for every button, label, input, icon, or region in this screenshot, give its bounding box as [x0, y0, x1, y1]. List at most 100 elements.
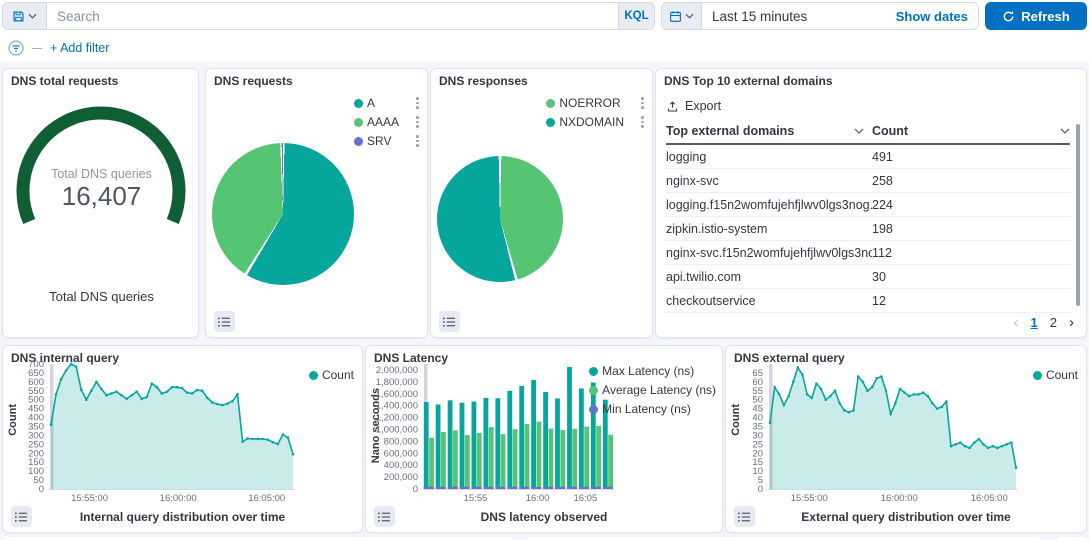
- legend-item-label[interactable]: A: [366, 96, 375, 110]
- area-fill: [51, 364, 293, 489]
- data-point: [277, 443, 280, 446]
- data-point: [917, 393, 920, 396]
- bar-max-latency[interactable]: [424, 402, 429, 489]
- bar-max-latency[interactable]: [531, 380, 536, 489]
- panel-title: DNS responses: [439, 74, 528, 88]
- bar-avg-latency[interactable]: [429, 438, 434, 489]
- bar-max-latency[interactable]: [567, 367, 572, 489]
- bar-min-latency[interactable]: [579, 487, 589, 489]
- legend-toggle-button[interactable]: [214, 311, 235, 332]
- refresh-icon: [1002, 10, 1015, 23]
- bar-avg-latency[interactable]: [465, 435, 470, 489]
- gauge-value: 16,407: [3, 181, 200, 212]
- count-cell: 12: [872, 294, 1070, 308]
- data-point: [866, 389, 869, 392]
- bar-min-latency[interactable]: [460, 487, 470, 489]
- legend-item-label[interactable]: SRV: [366, 134, 391, 148]
- legend-item-label[interactable]: Min Latency (ns): [601, 402, 691, 416]
- legend-item-label[interactable]: NOERROR: [558, 96, 620, 110]
- pie-chart-dns-requests[interactable]: [212, 143, 354, 285]
- legend-toggle-button[interactable]: [734, 506, 755, 527]
- legend-item-label[interactable]: Count: [1045, 368, 1078, 382]
- bar-min-latency[interactable]: [484, 487, 494, 489]
- bar-max-latency[interactable]: [472, 402, 477, 490]
- kql-language-button[interactable]: KQL: [618, 3, 654, 29]
- legend-menu-icon[interactable]: [416, 135, 419, 147]
- calendar-button[interactable]: [662, 3, 702, 29]
- legend-menu-icon[interactable]: [641, 97, 644, 109]
- bar-avg-latency[interactable]: [501, 434, 506, 489]
- pagination-next[interactable]: ›: [1069, 314, 1074, 331]
- bar-avg-latency[interactable]: [513, 429, 518, 489]
- pagination-page-2[interactable]: 2: [1050, 315, 1057, 330]
- bar-min-latency[interactable]: [495, 487, 505, 489]
- bar-avg-latency[interactable]: [560, 430, 565, 489]
- bar-avg-latency[interactable]: [584, 427, 589, 490]
- nxdomain-legend-dot: [546, 118, 555, 127]
- saved-query-button[interactable]: [2, 2, 46, 30]
- data-point: [256, 438, 259, 441]
- legend-menu-icon[interactable]: [416, 116, 419, 128]
- bar-min-latency[interactable]: [424, 487, 434, 489]
- table-scrollbar[interactable]: [1076, 124, 1080, 306]
- export-button[interactable]: Export: [666, 99, 721, 113]
- pie-chart-dns-responses[interactable]: [437, 156, 563, 282]
- data-point: [221, 404, 224, 407]
- bar-min-latency[interactable]: [448, 487, 458, 489]
- legend-menu-icon[interactable]: [416, 97, 419, 109]
- bar-max-latency[interactable]: [555, 399, 560, 490]
- bar-max-latency[interactable]: [460, 403, 465, 489]
- legend-toggle-button[interactable]: [374, 506, 395, 527]
- x-axis-title: External query distribution over time: [726, 510, 1086, 524]
- data-point: [797, 366, 800, 369]
- bar-avg-latency[interactable]: [525, 424, 530, 489]
- legend-item-label[interactable]: Max Latency (ns): [601, 364, 694, 378]
- bar-max-latency[interactable]: [519, 386, 524, 489]
- column-header-domains[interactable]: Top external domains: [666, 124, 872, 138]
- bar-min-latency[interactable]: [436, 487, 446, 489]
- bar-max-latency[interactable]: [484, 398, 489, 489]
- legend-toggle-button[interactable]: [11, 506, 32, 527]
- bar-avg-latency[interactable]: [596, 426, 601, 489]
- bar-avg-latency[interactable]: [453, 430, 458, 489]
- legend-item-label[interactable]: Average Latency (ns): [601, 383, 716, 397]
- bar-min-latency[interactable]: [591, 487, 601, 489]
- legend-item-label[interactable]: AAAA: [366, 115, 399, 129]
- bar-avg-latency[interactable]: [441, 432, 446, 489]
- bar-max-latency[interactable]: [507, 391, 512, 489]
- search-input[interactable]: [47, 3, 618, 29]
- filter-icon[interactable]: [8, 40, 24, 56]
- bar-min-latency[interactable]: [567, 487, 577, 489]
- bar-max-latency[interactable]: [436, 405, 441, 490]
- bar-avg-latency[interactable]: [537, 422, 542, 489]
- column-header-count[interactable]: Count: [872, 124, 1070, 138]
- bar-max-latency[interactable]: [448, 400, 453, 489]
- legend-toggle-button[interactable]: [439, 311, 460, 332]
- legend-item-label[interactable]: NXDOMAIN: [558, 115, 624, 129]
- pagination-prev[interactable]: ‹: [1014, 314, 1019, 331]
- bar-max-latency[interactable]: [543, 392, 548, 489]
- legend-item-label[interactable]: Count: [321, 368, 354, 382]
- data-point: [973, 441, 976, 444]
- bar-min-latency[interactable]: [603, 487, 613, 489]
- bar-avg-latency[interactable]: [608, 435, 613, 489]
- time-range-value[interactable]: Last 15 minutes: [702, 3, 896, 29]
- bar-avg-latency[interactable]: [477, 433, 482, 489]
- bar-min-latency[interactable]: [555, 487, 565, 489]
- bar-min-latency[interactable]: [543, 487, 553, 489]
- bar-min-latency[interactable]: [519, 487, 529, 489]
- add-filter-button[interactable]: + Add filter: [50, 41, 109, 55]
- refresh-button[interactable]: Refresh: [985, 2, 1087, 30]
- bar-avg-latency[interactable]: [549, 429, 554, 489]
- bar-min-latency[interactable]: [531, 487, 541, 489]
- bar-avg-latency[interactable]: [489, 427, 494, 489]
- legend-menu-icon[interactable]: [641, 116, 644, 128]
- bar-avg-latency[interactable]: [572, 429, 577, 489]
- bar-max-latency[interactable]: [579, 388, 584, 489]
- max-latency-ns--legend-dot: [589, 367, 598, 376]
- bar-max-latency[interactable]: [495, 398, 500, 489]
- show-dates-button[interactable]: Show dates: [896, 3, 978, 29]
- pagination-page-1[interactable]: 1: [1031, 315, 1038, 330]
- bar-min-latency[interactable]: [507, 487, 517, 489]
- bar-min-latency[interactable]: [472, 487, 482, 489]
